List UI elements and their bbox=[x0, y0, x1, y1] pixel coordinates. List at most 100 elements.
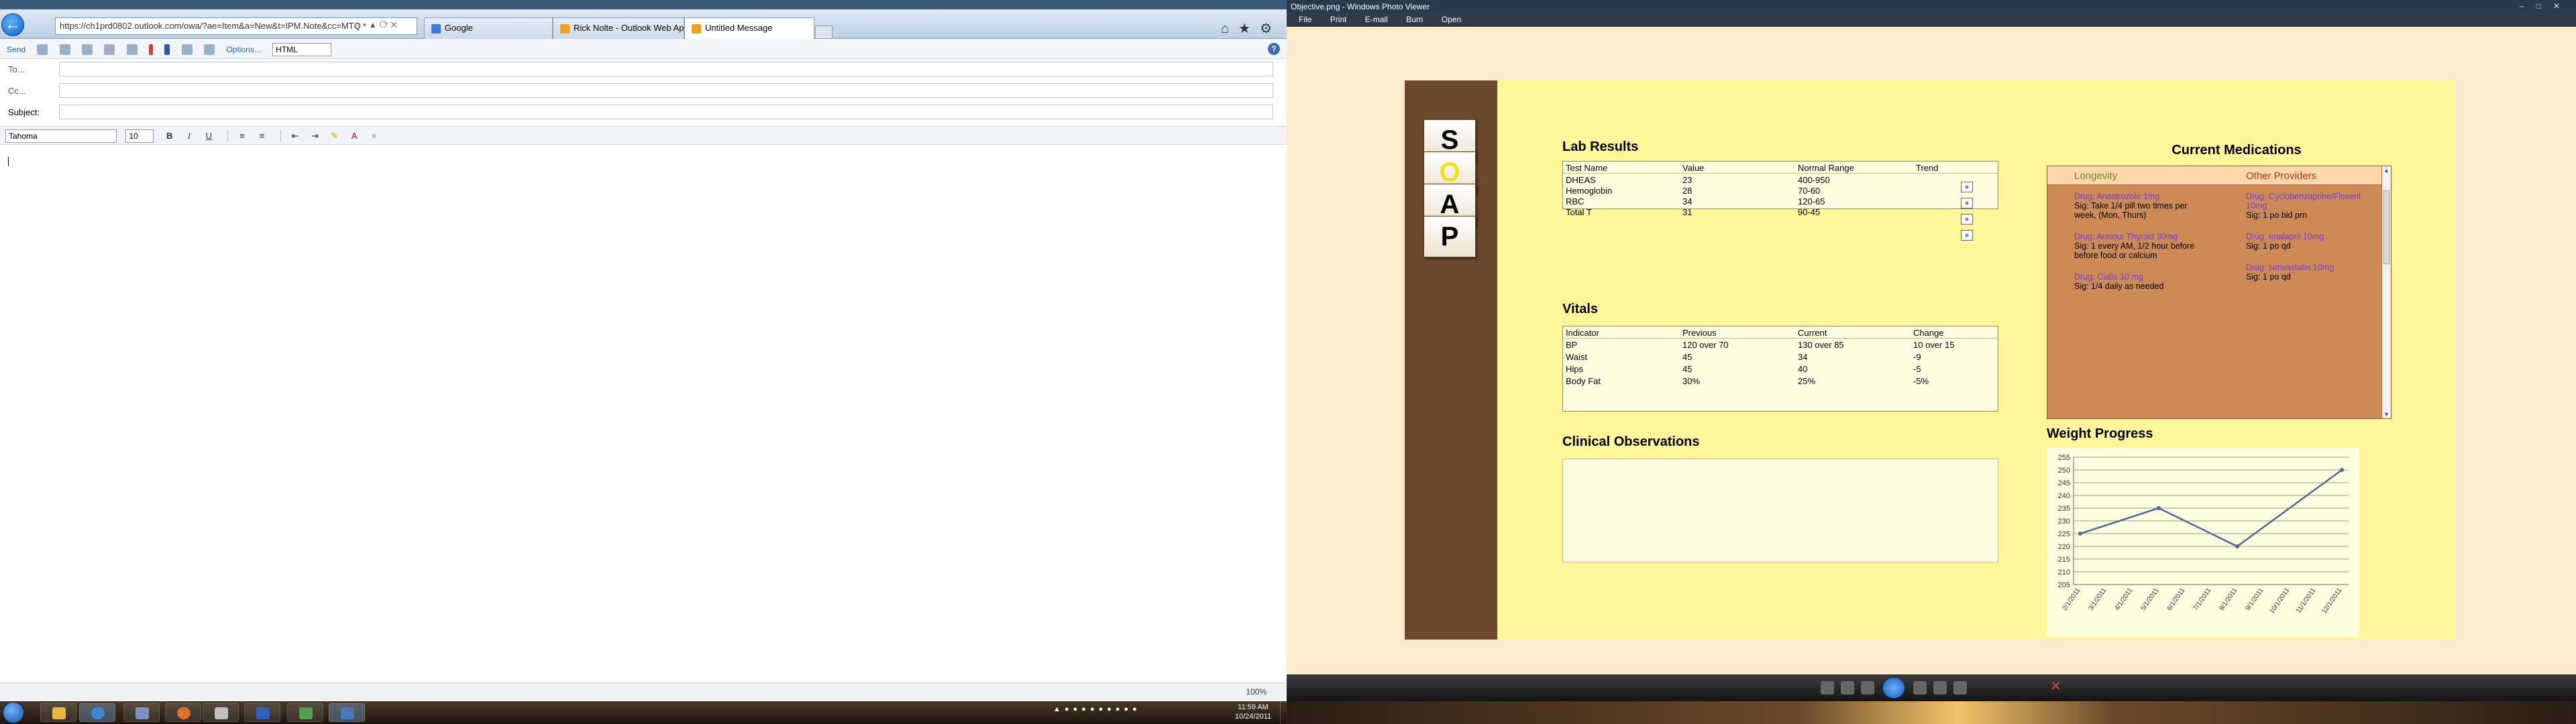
taskbar-app[interactable] bbox=[123, 703, 160, 722]
numbering-icon[interactable]: ≡ bbox=[255, 129, 268, 143]
y-tick-label: 225 bbox=[2058, 530, 2070, 538]
scroll-up-icon[interactable]: ▲ bbox=[2382, 166, 2391, 174]
app-icon bbox=[256, 707, 270, 719]
photo-viewer-menubar: File Print E-mail Burn Open bbox=[1287, 12, 2576, 27]
taskbar-app[interactable] bbox=[203, 703, 239, 722]
message-format-select[interactable]: HTML bbox=[272, 43, 332, 56]
trend-button[interactable]: + bbox=[1961, 230, 1973, 241]
signature-icon[interactable] bbox=[204, 44, 215, 55]
permission-icon[interactable] bbox=[126, 44, 138, 55]
taskbar-app[interactable] bbox=[244, 703, 280, 722]
x-tick-label: 2/1/2011 bbox=[2061, 587, 2082, 612]
scroll-thumb[interactable] bbox=[2383, 190, 2390, 264]
taskbar-photo-viewer[interactable] bbox=[329, 703, 365, 722]
increase-indent-icon[interactable]: ⇥ bbox=[308, 129, 321, 143]
zoom-icon[interactable] bbox=[1821, 681, 1834, 695]
attach-icon[interactable] bbox=[59, 44, 70, 55]
drug-sig: Sig: 1/4 daily as needed bbox=[2074, 282, 2164, 291]
scroll-down-icon[interactable]: ▼ bbox=[2382, 410, 2391, 418]
window-controls[interactable]: –□✕ bbox=[2520, 1, 2572, 11]
tab-outlook[interactable]: Rick Nolte - Outlook Web App bbox=[553, 17, 684, 40]
weight-chart-svg: 205 210 215 220 225 230 235 240 245 250 255 2/1/201… bbox=[2058, 454, 2349, 615]
delete-icon[interactable]: ✕ bbox=[2050, 680, 2061, 693]
soap-button-p[interactable]: P bbox=[1424, 216, 1476, 257]
trend-button[interactable]: + bbox=[1961, 182, 1973, 192]
taskbar-explorer[interactable] bbox=[40, 703, 76, 722]
highlight-icon[interactable]: ✎ bbox=[328, 129, 341, 143]
underline-button[interactable]: U bbox=[202, 129, 215, 143]
zoom-level[interactable]: 100% bbox=[1246, 687, 1267, 697]
col-header: Previous bbox=[1682, 328, 1717, 338]
cell: 10 over 15 bbox=[1913, 340, 1955, 350]
previous-icon[interactable] bbox=[1861, 681, 1874, 695]
bullets-icon[interactable]: ≡ bbox=[235, 129, 249, 143]
bold-button[interactable]: B bbox=[163, 129, 176, 143]
minimize-icon[interactable]: – bbox=[2520, 1, 2536, 11]
remove-formatting-icon[interactable]: × bbox=[367, 129, 380, 143]
clinical-observations-box[interactable] bbox=[1562, 459, 1998, 562]
rotate-right-icon[interactable] bbox=[1953, 681, 1967, 695]
high-importance-icon[interactable] bbox=[149, 44, 154, 55]
options-button[interactable]: Options... bbox=[226, 45, 260, 54]
subject-field[interactable] bbox=[59, 105, 1273, 119]
spell-check-icon[interactable] bbox=[181, 44, 193, 55]
slideshow-play-icon[interactable] bbox=[1882, 677, 1905, 699]
trend-button[interactable]: + bbox=[1961, 214, 1973, 225]
maximize-icon[interactable]: □ bbox=[2536, 1, 2553, 11]
home-icon[interactable]: ⌂ bbox=[1221, 21, 1238, 36]
medication-item: Drug: enalapril 10mg Sig: 1 po qd bbox=[2246, 232, 2380, 251]
menu-print[interactable]: Print bbox=[1330, 15, 1347, 24]
back-arrow-icon[interactable]: ← bbox=[1, 13, 24, 36]
font-color-icon[interactable]: A bbox=[347, 129, 361, 143]
other-providers-header: Other Providers bbox=[2246, 170, 2317, 182]
desktop-background bbox=[1287, 701, 2576, 724]
next-icon[interactable] bbox=[1913, 681, 1927, 695]
send-button[interactable]: Send bbox=[7, 45, 25, 54]
trend-button[interactable]: + bbox=[1961, 198, 1973, 208]
separator bbox=[280, 130, 281, 142]
clock[interactable]: 11:59 AM 10/24/2011 bbox=[1233, 703, 1273, 721]
cc-field[interactable] bbox=[59, 83, 1273, 98]
tab-google[interactable]: Google bbox=[424, 17, 553, 40]
font-size-select[interactable]: 10 bbox=[125, 129, 154, 143]
menu-open[interactable]: Open bbox=[1442, 15, 1461, 24]
cell: 40 bbox=[1798, 364, 1808, 374]
longevity-medications: Drug: Anastrozole 1mg Sig: Take 1/4 pill… bbox=[2074, 192, 2208, 303]
browser-toolbar-icons[interactable]: ⌂★⚙ bbox=[1221, 20, 1281, 37]
start-button[interactable] bbox=[3, 702, 24, 723]
medications-scrollbar[interactable]: ▲ ▼ bbox=[2381, 166, 2391, 418]
address-book-icon[interactable] bbox=[82, 44, 93, 55]
data-point bbox=[2078, 532, 2082, 536]
to-field[interactable] bbox=[59, 62, 1273, 76]
system-tray[interactable]: ▲●●●●●●●●● bbox=[1053, 705, 1141, 713]
message-body[interactable] bbox=[5, 153, 1280, 676]
cell: BP bbox=[1566, 340, 1578, 350]
tab-untitled-message[interactable]: Untitled Message bbox=[684, 17, 814, 40]
favorites-star-icon[interactable]: ★ bbox=[1238, 21, 1260, 36]
medication-item: Drug: Armour Thyroid 30mg Sig: 1 every A… bbox=[2074, 232, 2208, 260]
taskbar-app[interactable] bbox=[287, 703, 323, 722]
tools-gear-icon[interactable]: ⚙ bbox=[1260, 21, 1281, 36]
font-select[interactable]: Tahoma bbox=[5, 129, 117, 143]
to-button[interactable]: To... bbox=[8, 64, 25, 74]
check-names-icon[interactable] bbox=[104, 44, 115, 55]
help-icon[interactable]: ? bbox=[1268, 43, 1280, 55]
low-importance-icon[interactable] bbox=[164, 44, 170, 55]
italic-button[interactable]: I bbox=[182, 129, 196, 143]
rotate-left-icon[interactable] bbox=[1933, 681, 1947, 695]
menu-burn[interactable]: Burn bbox=[1406, 15, 1423, 24]
new-tab-button[interactable] bbox=[815, 25, 833, 39]
decrease-indent-icon[interactable]: ⇤ bbox=[288, 129, 302, 143]
medication-item: Drug: simvastatin 10mg Sig: 1 po qd bbox=[2246, 263, 2380, 282]
address-bar-icons[interactable]: ⌕▾▲⟳✕ bbox=[356, 20, 400, 30]
taskbar-internet-explorer[interactable] bbox=[79, 703, 115, 722]
close-icon[interactable]: ✕ bbox=[2553, 1, 2572, 11]
taskbar-app[interactable] bbox=[165, 703, 201, 722]
save-icon[interactable] bbox=[37, 44, 48, 55]
actual-size-icon[interactable] bbox=[1841, 681, 1854, 695]
menu-file[interactable]: File bbox=[1299, 15, 1311, 24]
cc-button[interactable]: Cc... bbox=[8, 86, 26, 96]
menu-email[interactable]: E-mail bbox=[1365, 15, 1388, 24]
show-desktop-button[interactable] bbox=[1280, 701, 1287, 724]
cell: 400-950 bbox=[1798, 175, 1830, 185]
